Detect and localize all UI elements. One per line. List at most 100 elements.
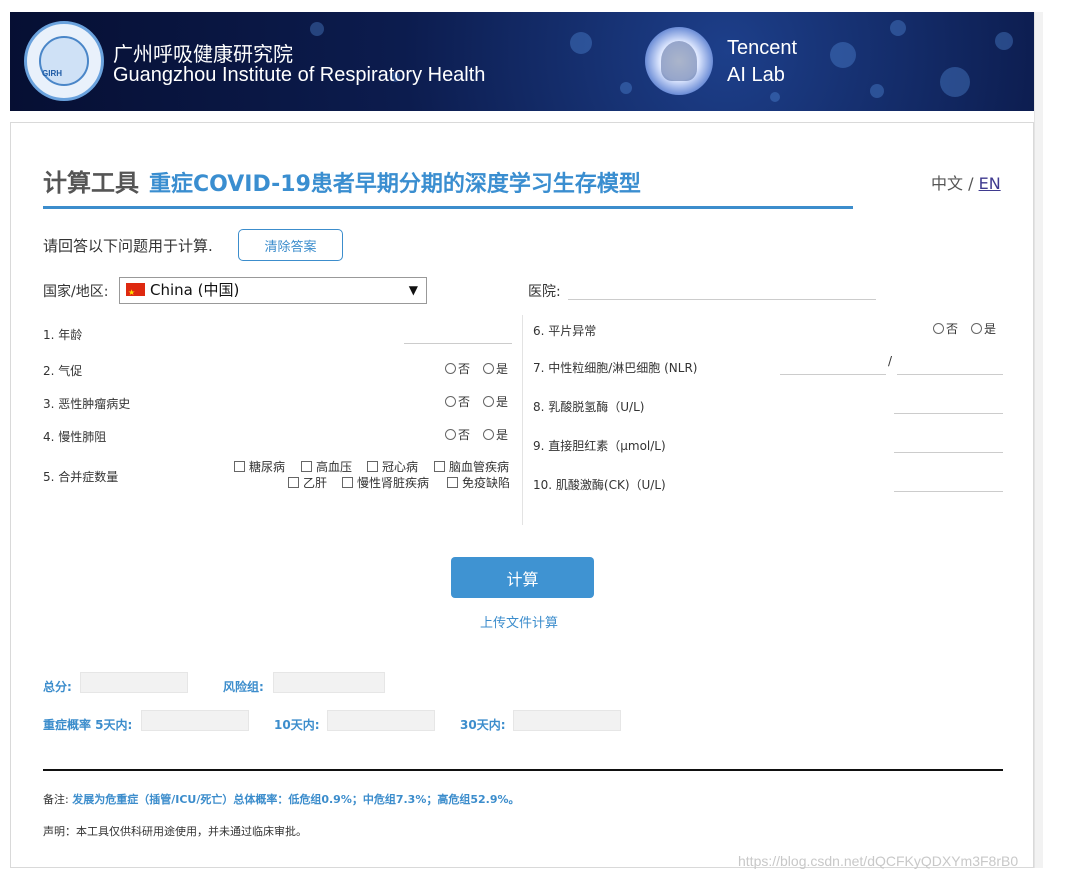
remark: 备注: 发展为危重症（插管/ICU/死亡）总体概率：低危组0.9%；中危组7.3…	[43, 791, 520, 807]
prob-5d-label: 重症概率 5天内:	[43, 718, 133, 732]
q5-label: 5. 合并症数量	[43, 470, 119, 484]
checkbox-icon	[301, 461, 312, 472]
dropdown-arrow-icon: ▼	[408, 283, 418, 297]
comorbidity-coronary[interactable]: 冠心病	[367, 458, 418, 475]
comorbidity-cerebrovascular[interactable]: 脑血管疾病	[434, 458, 509, 475]
column-divider	[522, 315, 523, 525]
comorbidity-kidney[interactable]: 慢性肾脏疾病	[342, 474, 429, 491]
lang-en-link[interactable]: EN	[979, 174, 1001, 193]
q2-label: 2. 气促	[43, 364, 83, 378]
checkbox-icon	[234, 461, 245, 472]
watermark: https://blog.csdn.net/dQCFKyQDXYm3F8rB0	[738, 853, 1019, 869]
scrollbar[interactable]	[1034, 12, 1043, 868]
ai-lab-logo	[645, 27, 713, 95]
q3-radio-no[interactable]: 否	[445, 393, 470, 410]
q6-radio-no[interactable]: 否	[933, 320, 958, 337]
clear-answers-button[interactable]: 清除答案	[238, 229, 343, 261]
checkbox-label: 脑血管疾病	[449, 460, 510, 474]
prob-30d-output	[513, 710, 621, 731]
q4-radio-yes[interactable]: 是	[483, 426, 508, 443]
logo-text: GIRH	[42, 69, 62, 78]
institute-logo	[24, 21, 104, 101]
comorbidity-hypertension[interactable]: 高血压	[301, 458, 352, 475]
checkbox-label: 糖尿病	[249, 460, 286, 474]
upload-file-link[interactable]: 上传文件计算	[480, 612, 558, 631]
prob-10d-output	[327, 710, 435, 731]
calculator-panel: 计算工具 重症COVID-19患者早期分期的深度学习生存模型 中文 / EN 请回…	[10, 122, 1034, 868]
q2-radio-no[interactable]: 否	[445, 360, 470, 377]
q1-label: 1. 年龄	[43, 328, 83, 342]
comorbidity-diabetes[interactable]: 糖尿病	[234, 458, 285, 475]
hospital-label: 医院:	[528, 284, 561, 300]
remark-prefix: 备注:	[43, 793, 73, 806]
prob-10d-label: 10天内:	[274, 718, 320, 732]
calculate-button[interactable]: 计算	[451, 557, 594, 598]
org-name-cn: 广州呼吸健康研究院	[113, 42, 293, 66]
q9-label: 9. 直接胆红素（μmol/L)	[533, 439, 666, 453]
title-main: 计算工具	[43, 169, 139, 197]
age-input[interactable]	[404, 343, 512, 344]
bilirubin-input[interactable]	[894, 452, 1003, 453]
title-sub: 重症COVID-19患者早期分期的深度学习生存模型	[149, 172, 641, 197]
language-switch: 中文 / EN	[931, 170, 1001, 194]
nlr-separator: /	[888, 354, 893, 368]
q4-radio-no[interactable]: 否	[445, 426, 470, 443]
ldh-input[interactable]	[894, 413, 1003, 414]
radio-icon	[971, 323, 982, 334]
china-flag-icon	[126, 280, 145, 305]
radio-label: 否	[458, 428, 471, 442]
country-label: 国家/地区:	[43, 284, 109, 300]
instruction-text: 请回答以下问题用于计算.	[43, 237, 213, 255]
country-select[interactable]: China (中国) ▼	[119, 277, 427, 305]
checkbox-label: 高血压	[316, 460, 353, 474]
prob-5d-output	[141, 710, 249, 731]
checkbox-label: 冠心病	[382, 460, 419, 474]
lymphocyte-input[interactable]	[897, 374, 1003, 375]
radio-label: 是	[496, 395, 509, 409]
radio-icon	[445, 429, 456, 440]
checkbox-icon	[367, 461, 378, 472]
checkbox-icon	[434, 461, 445, 472]
partner-name-line1: Tencent	[727, 37, 798, 59]
total-score-output	[80, 672, 188, 693]
q7-label: 7. 中性粒细胞/淋巴细胞 (NLR)	[533, 361, 698, 375]
radio-label: 否	[946, 322, 959, 336]
neutrophil-input[interactable]	[780, 374, 886, 375]
radio-icon	[445, 396, 456, 407]
section-divider	[43, 769, 1003, 771]
checkbox-icon	[342, 477, 353, 488]
checkbox-label: 乙肝	[303, 476, 328, 490]
q8-label: 8. 乳酸脱氢酶（U/L)	[533, 400, 645, 414]
hospital-input[interactable]	[568, 299, 876, 300]
q6-label: 6. 平片异常	[533, 324, 597, 338]
header-banner: GIRH 广州呼吸健康研究院 Guangzhou Institute of Re…	[10, 12, 1034, 111]
comorbidity-immunodeficiency[interactable]: 免疫缺陷	[447, 474, 510, 491]
checkbox-icon	[288, 477, 299, 488]
lang-zh: 中文 /	[931, 174, 979, 193]
disclaimer: 声明：本工具仅供科研用途使用，并未通过临床审批。	[43, 825, 307, 838]
q3-radio-yes[interactable]: 是	[483, 393, 508, 410]
radio-icon	[483, 396, 494, 407]
checkbox-icon	[447, 477, 458, 488]
q4-label: 4. 慢性肺阻	[43, 430, 107, 444]
radio-label: 否	[458, 395, 471, 409]
radio-icon	[933, 323, 944, 334]
checkbox-label: 免疫缺陷	[462, 476, 511, 490]
checkbox-label: 慢性肾脏疾病	[357, 476, 430, 490]
q10-label: 10. 肌酸激酶(CK)（U/L)	[533, 478, 666, 492]
radio-label: 是	[496, 362, 509, 376]
radio-icon	[483, 429, 494, 440]
q6-radio-yes[interactable]: 是	[971, 320, 996, 337]
radio-label: 否	[458, 362, 471, 376]
risk-group-output	[273, 672, 385, 693]
q3-label: 3. 恶性肿瘤病史	[43, 397, 131, 411]
comorbidity-hepatitis-b[interactable]: 乙肝	[288, 474, 327, 491]
q2-radio-yes[interactable]: 是	[483, 360, 508, 377]
partner-name-line2: AI Lab	[727, 64, 785, 86]
ck-input[interactable]	[894, 491, 1003, 492]
total-score-label: 总分:	[43, 680, 72, 694]
radio-label: 是	[984, 322, 997, 336]
prob-30d-label: 30天内:	[460, 718, 506, 732]
org-name-en: Guangzhou Institute of Respiratory Healt…	[113, 64, 486, 86]
radio-icon	[483, 363, 494, 374]
